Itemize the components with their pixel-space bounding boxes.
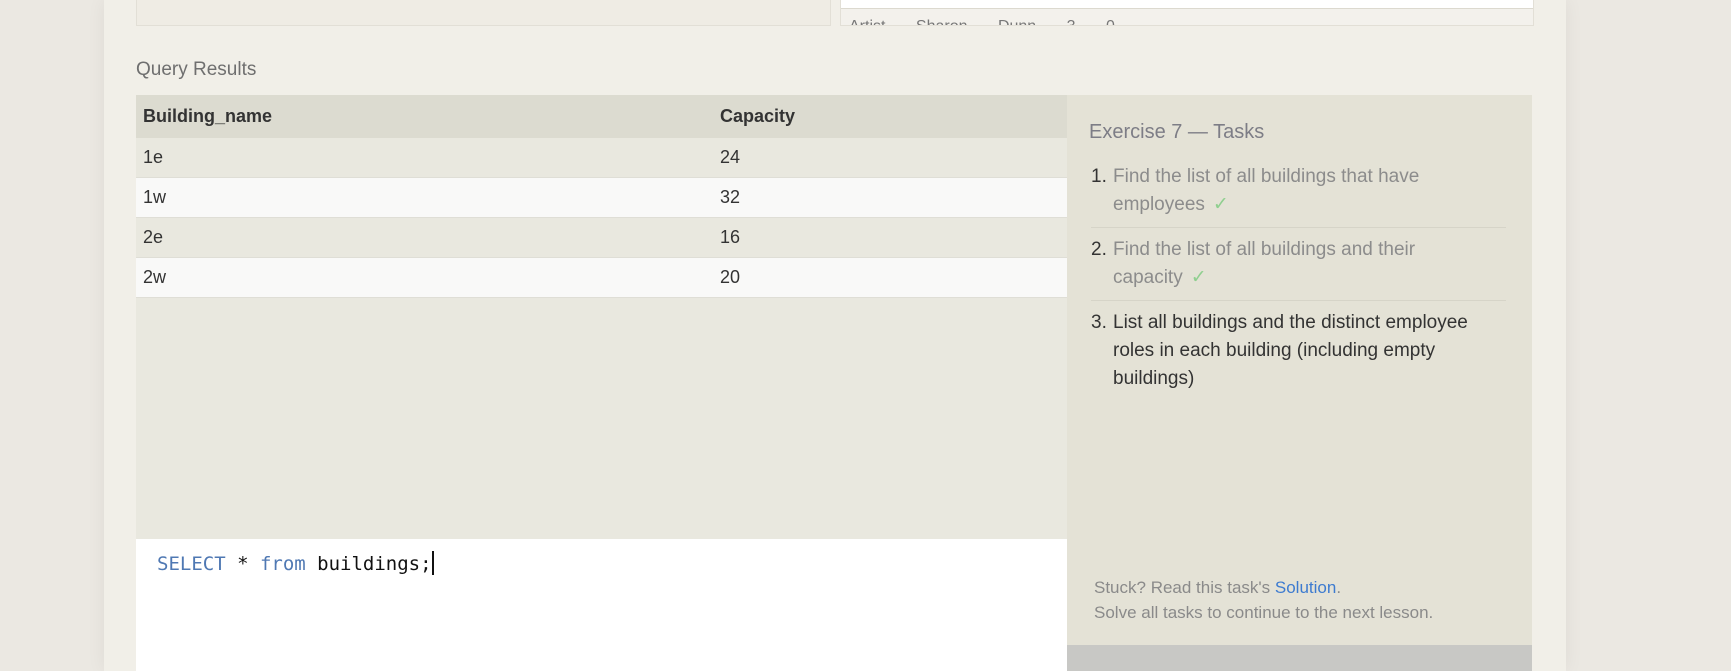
clipped-cell: Artist [849,18,885,25]
cell-building-name: 2w [136,257,713,298]
previous-table-panel: Artist Sharon Dunn 3 0 [840,0,1534,26]
query-results-label: Query Results [136,59,257,80]
stuck-prefix: Stuck? Read this task's [1094,578,1275,597]
task-text: Find the list of all buildings and their… [1113,236,1506,292]
sql-keyword: SELECT [157,553,226,575]
cell-building-name: 1w [136,177,713,218]
solution-link[interactable]: Solution [1275,578,1336,597]
text-cursor [431,551,434,575]
task-text: List all buildings and the distinct empl… [1113,312,1468,389]
sql-editor[interactable]: SELECT * from buildings; [136,539,1067,671]
task-text: Find the list of all buildings that have… [1113,163,1506,219]
table-row: 1e 24 [136,138,1067,178]
cell-capacity: 24 [713,138,1067,178]
column-header-capacity: Capacity [713,95,1067,138]
clipped-cell: Sharon [916,18,968,25]
list-item: 3. List all buildings and the distinct e… [1091,309,1506,401]
clipped-cell: Dunn [998,18,1036,25]
previous-table-clipped-row: Artist Sharon Dunn 3 0 [849,18,1141,25]
task-text-content: Find the list of all buildings and their… [1113,239,1416,288]
continue-note: Solve all tasks to continue to the next … [1094,603,1434,622]
previous-panel-left [136,0,831,26]
cell-capacity: 20 [713,257,1067,298]
stuck-suffix: . [1336,578,1342,597]
cell-capacity: 16 [713,217,1067,258]
clipped-cell: 0 [1106,18,1115,25]
cell-capacity: 32 [713,177,1067,218]
query-results-table: Building_name Capacity 1e 24 1w 32 2e 16… [136,95,1067,539]
table-row: 2e 16 [136,217,1067,258]
clipped-cell: 3 [1067,18,1076,25]
cell-building-name: 1e [136,138,713,178]
help-note: Stuck? Read this task's Solution. Solve … [1094,575,1514,625]
table-header-row: Building_name Capacity [136,95,1067,138]
task-number: 3. [1091,312,1107,333]
tasks-title: Exercise 7 — Tasks [1089,121,1265,143]
table-row: 1w 32 [136,177,1067,218]
sql-keyword: from [259,553,306,575]
sql-text: * [225,553,260,575]
task-text-content: Find the list of all buildings that have… [1113,166,1420,215]
table-row: 2w 20 [136,257,1067,298]
cell-building-name: 2e [136,217,713,258]
tasks-panel: Exercise 7 — Tasks 1. Find the list of a… [1067,95,1532,645]
sql-text: buildings; [305,553,432,575]
column-header-building-name: Building_name [136,95,713,138]
sql-code-line[interactable]: SELECT * from buildings; [157,551,434,575]
checkmark-icon: ✓ [1212,194,1229,215]
previous-table-divider [841,8,1533,9]
list-item: 1. Find the list of all buildings that h… [1091,163,1506,228]
tasks-footer-bar [1067,645,1532,671]
checkmark-icon: ✓ [1190,267,1207,288]
list-item: 2. Find the list of all buildings and th… [1091,236,1506,301]
task-list: 1. Find the list of all buildings that h… [1091,163,1506,409]
task-number: 1. [1091,166,1107,187]
task-number: 2. [1091,239,1107,260]
previous-table-row-bg [841,0,1533,8]
